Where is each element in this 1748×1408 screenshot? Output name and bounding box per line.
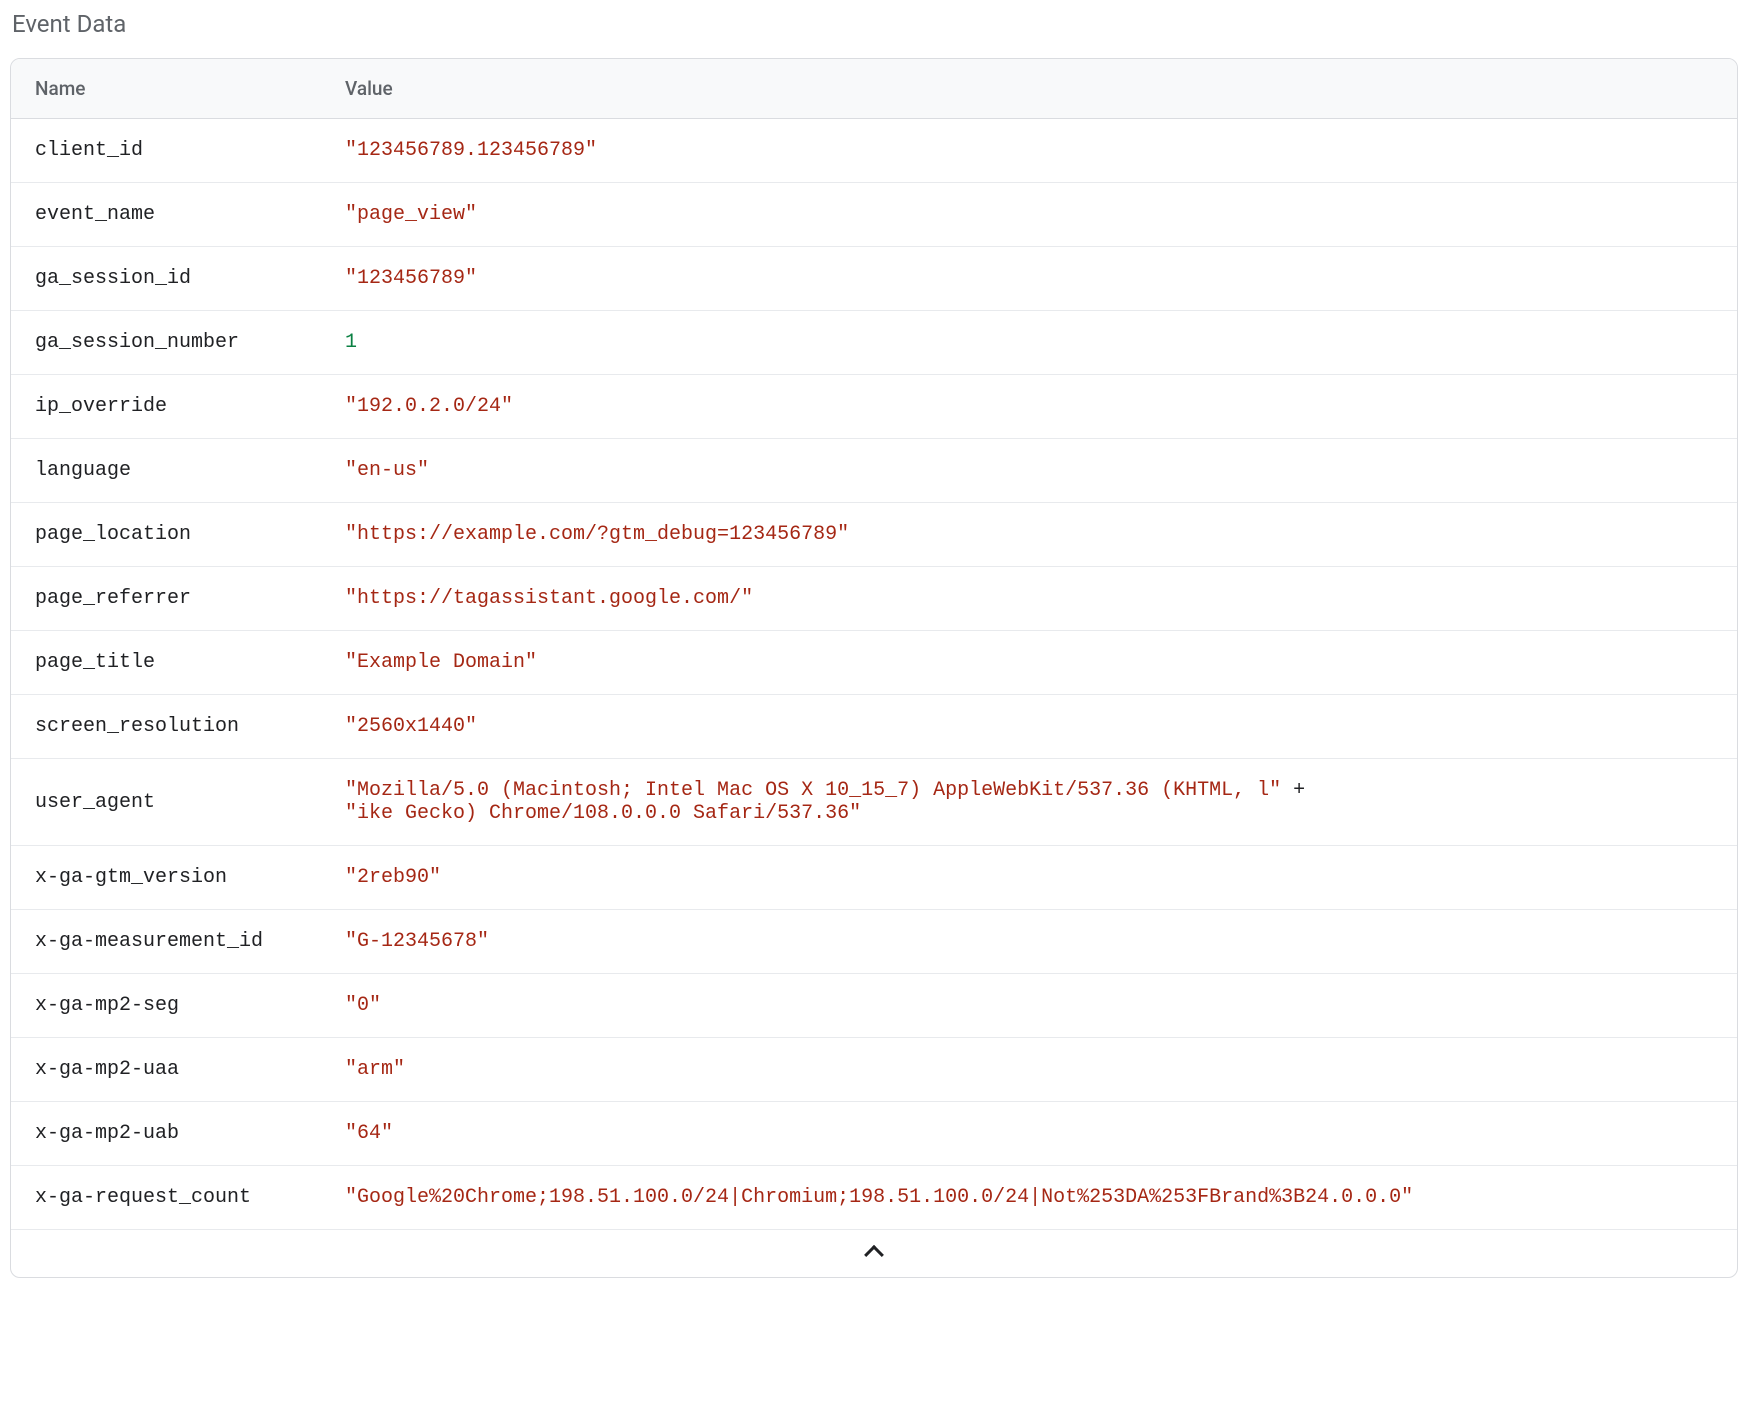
table-row: page_title"Example Domain"	[11, 631, 1737, 695]
cell-name: page_location	[11, 503, 321, 567]
table-row: x-ga-gtm_version"2reb90"	[11, 846, 1737, 910]
cell-value: "64"	[321, 1102, 1737, 1166]
cell-name: x-ga-gtm_version	[11, 846, 321, 910]
cell-name: page_referrer	[11, 567, 321, 631]
table-row: x-ga-request_count"Google%20Chrome;198.5…	[11, 1166, 1737, 1230]
table-row: screen_resolution"2560x1440"	[11, 695, 1737, 759]
event-data-table: Name Value client_id"123456789.123456789…	[10, 58, 1738, 1278]
column-header-value: Value	[321, 59, 1737, 119]
cell-name: x-ga-measurement_id	[11, 910, 321, 974]
cell-name: x-ga-request_count	[11, 1166, 321, 1230]
cell-name: page_title	[11, 631, 321, 695]
chevron-up-icon	[864, 1245, 884, 1265]
cell-name: user_agent	[11, 759, 321, 846]
table-row: event_name"page_view"	[11, 183, 1737, 247]
cell-value: "en-us"	[321, 439, 1737, 503]
collapse-button[interactable]	[11, 1230, 1737, 1277]
cell-value: "2reb90"	[321, 846, 1737, 910]
cell-name: screen_resolution	[11, 695, 321, 759]
table-row: ga_session_id"123456789"	[11, 247, 1737, 311]
table-row: language"en-us"	[11, 439, 1737, 503]
cell-name: event_name	[11, 183, 321, 247]
section-title: Event Data	[10, 10, 1738, 38]
table-row: page_location"https://example.com/?gtm_d…	[11, 503, 1737, 567]
cell-name: x-ga-mp2-uaa	[11, 1038, 321, 1102]
cell-value: "192.0.2.0/24"	[321, 375, 1737, 439]
table-row: x-ga-mp2-uab"64"	[11, 1102, 1737, 1166]
cell-name: ga_session_id	[11, 247, 321, 311]
table-row: ip_override"192.0.2.0/24"	[11, 375, 1737, 439]
cell-value: 1	[321, 311, 1737, 375]
cell-name: language	[11, 439, 321, 503]
cell-value: "Mozilla/5.0 (Macintosh; Intel Mac OS X …	[321, 759, 1737, 846]
cell-value: "arm"	[321, 1038, 1737, 1102]
cell-name: x-ga-mp2-seg	[11, 974, 321, 1038]
cell-value: "https://tagassistant.google.com/"	[321, 567, 1737, 631]
table-header: Name Value	[11, 59, 1737, 119]
cell-value: "Example Domain"	[321, 631, 1737, 695]
cell-value: "https://example.com/?gtm_debug=12345678…	[321, 503, 1737, 567]
table-row: x-ga-mp2-uaa"arm"	[11, 1038, 1737, 1102]
cell-value: "0"	[321, 974, 1737, 1038]
cell-name: x-ga-mp2-uab	[11, 1102, 321, 1166]
cell-value: "123456789.123456789"	[321, 119, 1737, 183]
table-row: x-ga-mp2-seg"0"	[11, 974, 1737, 1038]
cell-value: "2560x1440"	[321, 695, 1737, 759]
cell-value: "page_view"	[321, 183, 1737, 247]
column-header-name: Name	[11, 59, 321, 119]
cell-name: ga_session_number	[11, 311, 321, 375]
table-row: client_id"123456789.123456789"	[11, 119, 1737, 183]
table-row: ga_session_number1	[11, 311, 1737, 375]
cell-value: "123456789"	[321, 247, 1737, 311]
table-row: page_referrer"https://tagassistant.googl…	[11, 567, 1737, 631]
cell-name: ip_override	[11, 375, 321, 439]
cell-value: "G-12345678"	[321, 910, 1737, 974]
cell-value: "Google%20Chrome;198.51.100.0/24|Chromiu…	[321, 1166, 1737, 1230]
table-row: x-ga-measurement_id"G-12345678"	[11, 910, 1737, 974]
cell-name: client_id	[11, 119, 321, 183]
table-row: user_agent"Mozilla/5.0 (Macintosh; Intel…	[11, 759, 1737, 846]
